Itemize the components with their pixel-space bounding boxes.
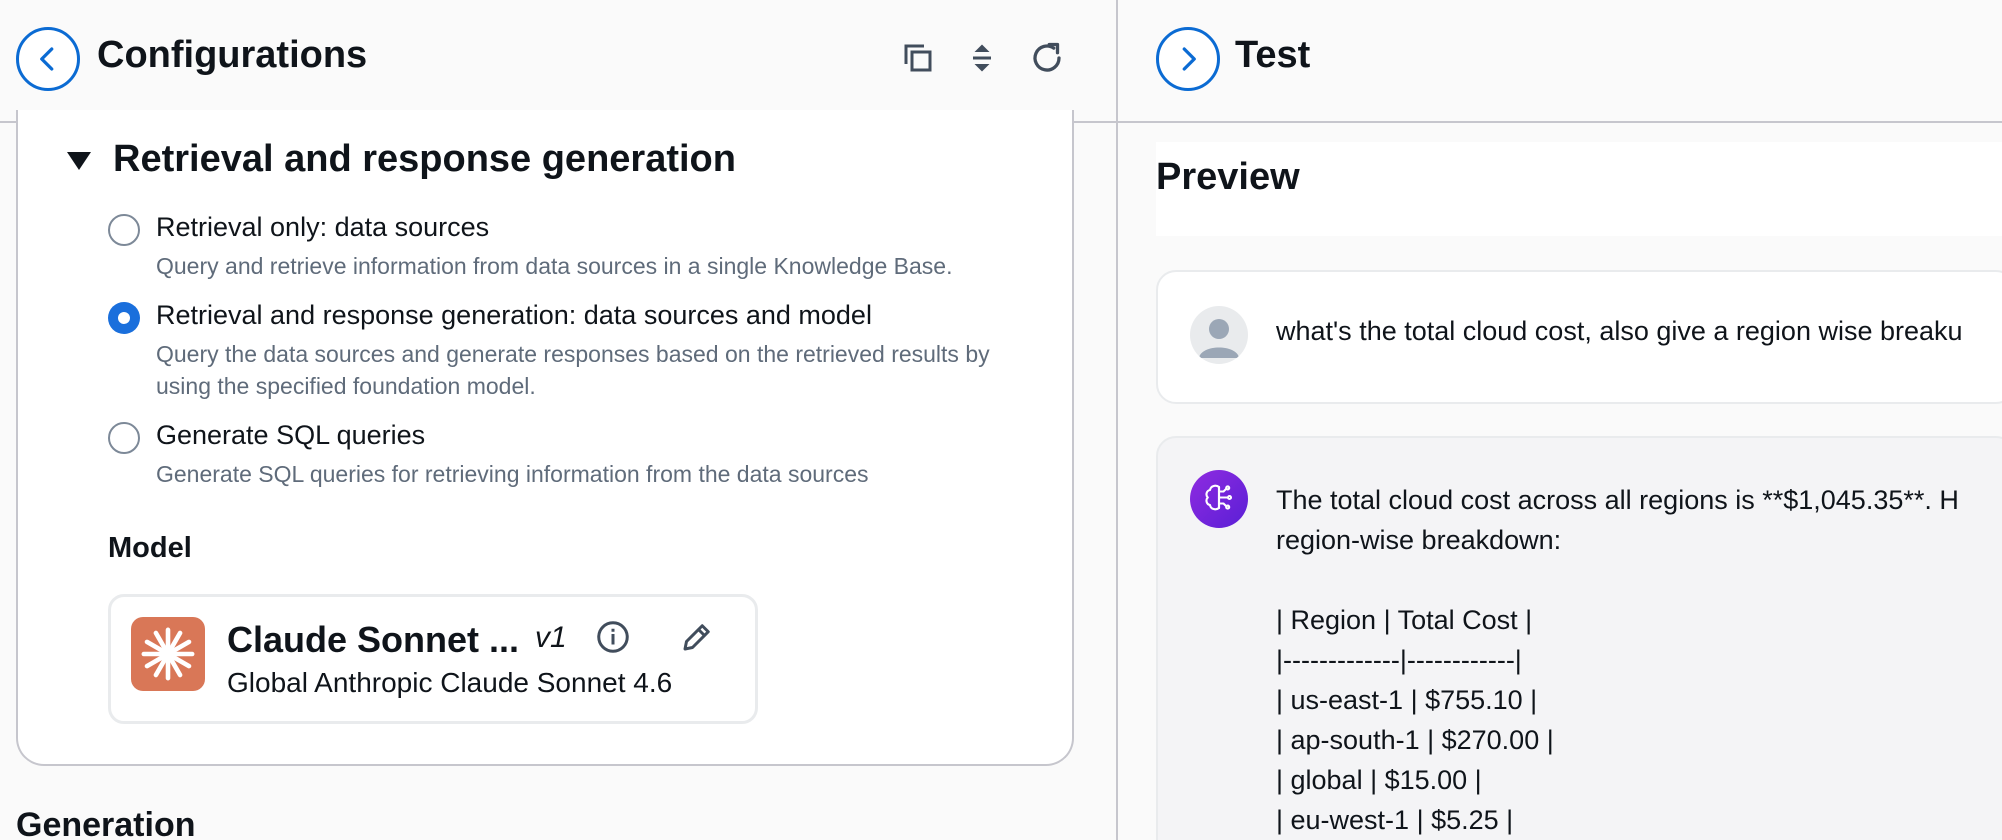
expand-test-button[interactable] [1156,27,1220,91]
section-title: Retrieval and response generation [113,138,736,180]
generation-section-heading: Generation [16,806,196,840]
preview-bar: Preview [1156,142,2002,236]
copy-icon [904,44,932,72]
assistant-message-gap [1276,560,2002,600]
brain-icon [1205,484,1233,511]
model-name: Claude Sonnet ... [227,619,520,660]
user-icon [1199,319,1239,358]
radio-label: Generate SQL queries [156,420,426,450]
radio-button-selected[interactable] [108,302,140,334]
radio-button[interactable] [108,422,140,454]
assistant-message-line: region-wise breakdown: [1276,525,1562,555]
section-toggle-button[interactable] [62,144,96,178]
test-pane: Test Preview what's the total cloud cost… [1118,0,2002,840]
assistant-avatar [1190,470,1248,528]
preview-title: Preview [1156,156,1300,198]
refresh-icon [1033,42,1061,72]
radio-button[interactable] [108,214,140,246]
chevron-left-icon [40,47,54,71]
configurations-header: Configurations [0,0,1116,123]
model-logo [131,617,205,691]
radio-description: Generate SQL queries for retrieving info… [156,461,869,487]
configurations-pane: Configurations Retrieval and response ge… [0,0,1116,840]
sunburst-icon [141,627,195,681]
assistant-message-line: | ap-south-1 | $270.00 | [1276,725,1554,755]
assistant-message-bubble: The total cloud cost across all regions … [1156,436,2002,840]
user-message-bubble: what's the total cloud cost, also give a… [1156,270,2002,404]
assistant-message-line: The total cloud cost across all regions … [1276,485,1959,515]
assistant-message-line: | eu-west-1 | $5.25 | [1276,805,1514,835]
user-avatar [1190,306,1248,364]
caret-down-icon [67,152,91,170]
radio-description: Query and retrieve information from data… [156,253,953,279]
user-message-text: what's the total cloud cost, also give a… [1276,316,1963,346]
radio-label: Retrieval only: data sources [156,212,490,242]
radio-description: Query the data sources and generate resp… [156,341,990,399]
assistant-message-line: | us-east-1 | $755.10 | [1276,685,1538,715]
copy-button[interactable] [898,38,938,78]
assistant-message-line: |-------------|------------| [1276,645,1522,675]
model-edit-button[interactable] [679,619,715,655]
radio-label: Retrieval and response generation: data … [156,300,872,330]
expand-collapse-icon [973,44,991,72]
test-header: Test [1118,0,2002,123]
expand-collapse-button[interactable] [962,38,1002,78]
edit-icon [683,624,710,651]
chevron-right-icon [1182,47,1196,71]
assistant-message-line: | global | $15.00 | [1276,765,1482,795]
test-title: Test [1235,34,1311,76]
model-info-button[interactable] [595,619,631,655]
refresh-button[interactable] [1027,38,1067,78]
model-subtitle: Global Anthropic Claude Sonnet 4.6 [227,667,673,698]
page-title: Configurations [97,34,368,76]
collapse-configurations-button[interactable] [16,27,80,91]
model-version: v1 [535,621,567,654]
model-card: Claude Sonnet ... v1 Global Anthropic Cl… [108,594,758,724]
assistant-message-line: | Region | Total Cost | [1276,605,1533,635]
model-heading: Model [108,532,192,564]
assistant-message-text: The total cloud cost across all regions … [1276,480,2002,840]
info-icon [597,621,629,653]
retrieval-config-card: Retrieval and response generation Retrie… [16,110,1074,766]
